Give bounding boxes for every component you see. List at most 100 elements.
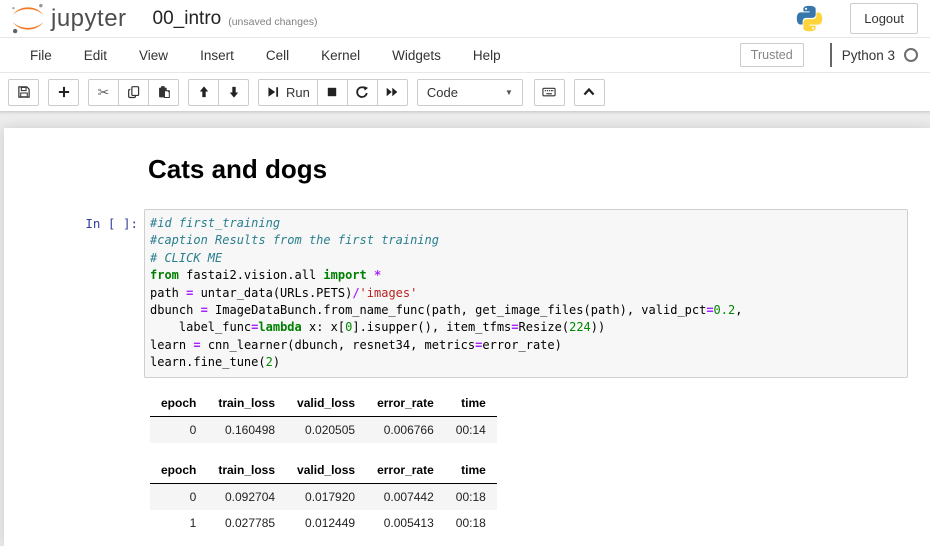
table-header-row: epochtrain_lossvalid_losserror_ratetime bbox=[150, 390, 497, 417]
table-header-row: epochtrain_lossvalid_losserror_ratetime bbox=[150, 457, 497, 484]
training-results-table-2: epochtrain_lossvalid_losserror_ratetime0… bbox=[150, 457, 497, 536]
code-line: from fastai2.vision.all import * bbox=[150, 267, 902, 284]
plus-icon bbox=[57, 85, 71, 99]
markdown-prompt-col bbox=[4, 142, 144, 209]
menu-edit[interactable]: Edit bbox=[68, 48, 123, 63]
paste-cells-button[interactable] bbox=[148, 79, 179, 106]
code-token: )) bbox=[591, 320, 605, 334]
toolbar: ✂ bbox=[0, 73, 930, 111]
cut-icon: ✂ bbox=[98, 85, 110, 99]
table-cell: 0.007442 bbox=[366, 483, 445, 510]
kernel-name: Python 3 bbox=[842, 48, 895, 63]
restart-icon bbox=[355, 85, 369, 99]
column-header: error_rate bbox=[366, 390, 445, 417]
menu-insert[interactable]: Insert bbox=[184, 48, 250, 63]
code-line: #caption Results from the first training bbox=[150, 232, 902, 249]
code-line: learn = cnn_learner(dbunch, resnet34, me… bbox=[150, 337, 902, 354]
insert-cell-below-button[interactable] bbox=[48, 79, 79, 106]
code-token: path bbox=[150, 286, 186, 300]
code-token: lambda bbox=[258, 320, 301, 334]
training-results-table-1: epochtrain_lossvalid_losserror_ratetime0… bbox=[150, 390, 497, 443]
table-cell: 1 bbox=[150, 510, 207, 536]
code-token: 0.2 bbox=[714, 303, 736, 317]
code-token: #id first_training bbox=[150, 216, 280, 230]
code-token: / bbox=[352, 286, 359, 300]
table-cell: 0 bbox=[150, 483, 207, 510]
menu-widgets[interactable]: Widgets bbox=[376, 48, 457, 63]
code-token: ImageDataBunch.from_name_func(path, get_… bbox=[208, 303, 707, 317]
copy-cells-button[interactable] bbox=[118, 79, 149, 106]
table-cell: 0.017920 bbox=[286, 483, 366, 510]
menubar-list: FileEditViewInsertCellKernelWidgetsHelp bbox=[14, 48, 517, 63]
table-cell: 0.020505 bbox=[286, 416, 366, 443]
move-cell-down-button[interactable] bbox=[218, 79, 249, 106]
stop-icon bbox=[325, 85, 339, 99]
code-line: learn.fine_tune(2) bbox=[150, 354, 902, 371]
save-button[interactable] bbox=[8, 79, 39, 106]
table-row: 00.0927040.0179200.00744200:18 bbox=[150, 483, 497, 510]
table-row: 10.0277850.0124490.00541300:18 bbox=[150, 510, 497, 536]
move-cell-up-button[interactable] bbox=[188, 79, 219, 106]
restart-run-all-button[interactable] bbox=[377, 79, 408, 106]
code-token: = bbox=[201, 303, 208, 317]
table-cell: 00:14 bbox=[445, 416, 497, 443]
kernel-separator bbox=[830, 43, 832, 67]
keyboard-icon bbox=[542, 85, 556, 99]
trusted-badge[interactable]: Trusted bbox=[740, 43, 804, 67]
menu-view[interactable]: View bbox=[123, 48, 184, 63]
code-token: cnn_learner(dbunch, resnet34, metrics bbox=[201, 338, 476, 352]
cell-type-select[interactable]: Code ▼ bbox=[417, 79, 523, 106]
code-token: * bbox=[374, 268, 381, 282]
menu-file[interactable]: File bbox=[14, 48, 68, 63]
code-token: = bbox=[511, 320, 518, 334]
restart-kernel-button[interactable] bbox=[347, 79, 378, 106]
code-token: ) bbox=[273, 355, 280, 369]
code-line: # CLICK ME bbox=[150, 250, 902, 267]
page-title: Cats and dogs bbox=[148, 154, 908, 185]
code-token: # CLICK ME bbox=[150, 251, 222, 265]
code-token: error_rate) bbox=[482, 338, 561, 352]
column-header: time bbox=[445, 457, 497, 484]
table-cell: 00:18 bbox=[445, 510, 497, 536]
notebook-title[interactable]: 00_intro bbox=[153, 8, 222, 30]
run-label: Run bbox=[286, 85, 310, 100]
code-area: #id first_training #caption Results from … bbox=[150, 215, 902, 372]
table-cell: 0.005413 bbox=[366, 510, 445, 536]
column-header: epoch bbox=[150, 457, 207, 484]
code-token: ].isupper(), item_tfms bbox=[352, 320, 511, 334]
input-prompt: In [ ]: bbox=[85, 209, 138, 231]
code-token: 2 bbox=[266, 355, 273, 369]
code-token: untar_data(URLs.PETS) bbox=[193, 286, 352, 300]
jupyter-logo[interactable]: jupyter bbox=[8, 2, 127, 35]
cut-cells-button[interactable]: ✂ bbox=[88, 79, 119, 106]
code-token: , bbox=[735, 303, 742, 317]
table-row: 00.1604980.0205050.00676600:14 bbox=[150, 416, 497, 443]
interrupt-kernel-button[interactable] bbox=[317, 79, 348, 106]
code-token bbox=[367, 268, 374, 282]
table-cell: 0 bbox=[150, 416, 207, 443]
menu-kernel[interactable]: Kernel bbox=[305, 48, 376, 63]
table-cell: 0.160498 bbox=[207, 416, 286, 443]
run-cell-button[interactable]: Run bbox=[258, 79, 318, 106]
notebook-container: Cats and dogs In [ ]: #id first_training… bbox=[4, 128, 930, 546]
menu-cell[interactable]: Cell bbox=[250, 48, 305, 63]
markdown-cell[interactable]: Cats and dogs bbox=[4, 142, 930, 209]
code-cell[interactable]: In [ ]: #id first_training #caption Resul… bbox=[4, 209, 930, 378]
code-token: learn.fine_tune( bbox=[150, 355, 266, 369]
menu-help[interactable]: Help bbox=[457, 48, 517, 63]
code-token: #caption Results from the first training bbox=[150, 233, 439, 247]
python-logo-icon bbox=[795, 4, 824, 33]
scroll-up-button[interactable] bbox=[574, 79, 605, 106]
paste-icon bbox=[157, 85, 171, 99]
code-input-area[interactable]: #id first_training #caption Results from … bbox=[144, 209, 908, 378]
column-header: train_loss bbox=[207, 457, 286, 484]
column-header: valid_loss bbox=[286, 457, 366, 484]
table-cell: 00:18 bbox=[445, 483, 497, 510]
fast-forward-icon bbox=[385, 85, 399, 99]
column-header: epoch bbox=[150, 390, 207, 417]
logout-button[interactable]: Logout bbox=[850, 3, 918, 34]
cell-type-value: Code bbox=[427, 85, 458, 100]
code-line: path = untar_data(URLs.PETS)/'images' bbox=[150, 285, 902, 302]
command-palette-button[interactable] bbox=[534, 79, 565, 106]
code-token: = bbox=[706, 303, 713, 317]
